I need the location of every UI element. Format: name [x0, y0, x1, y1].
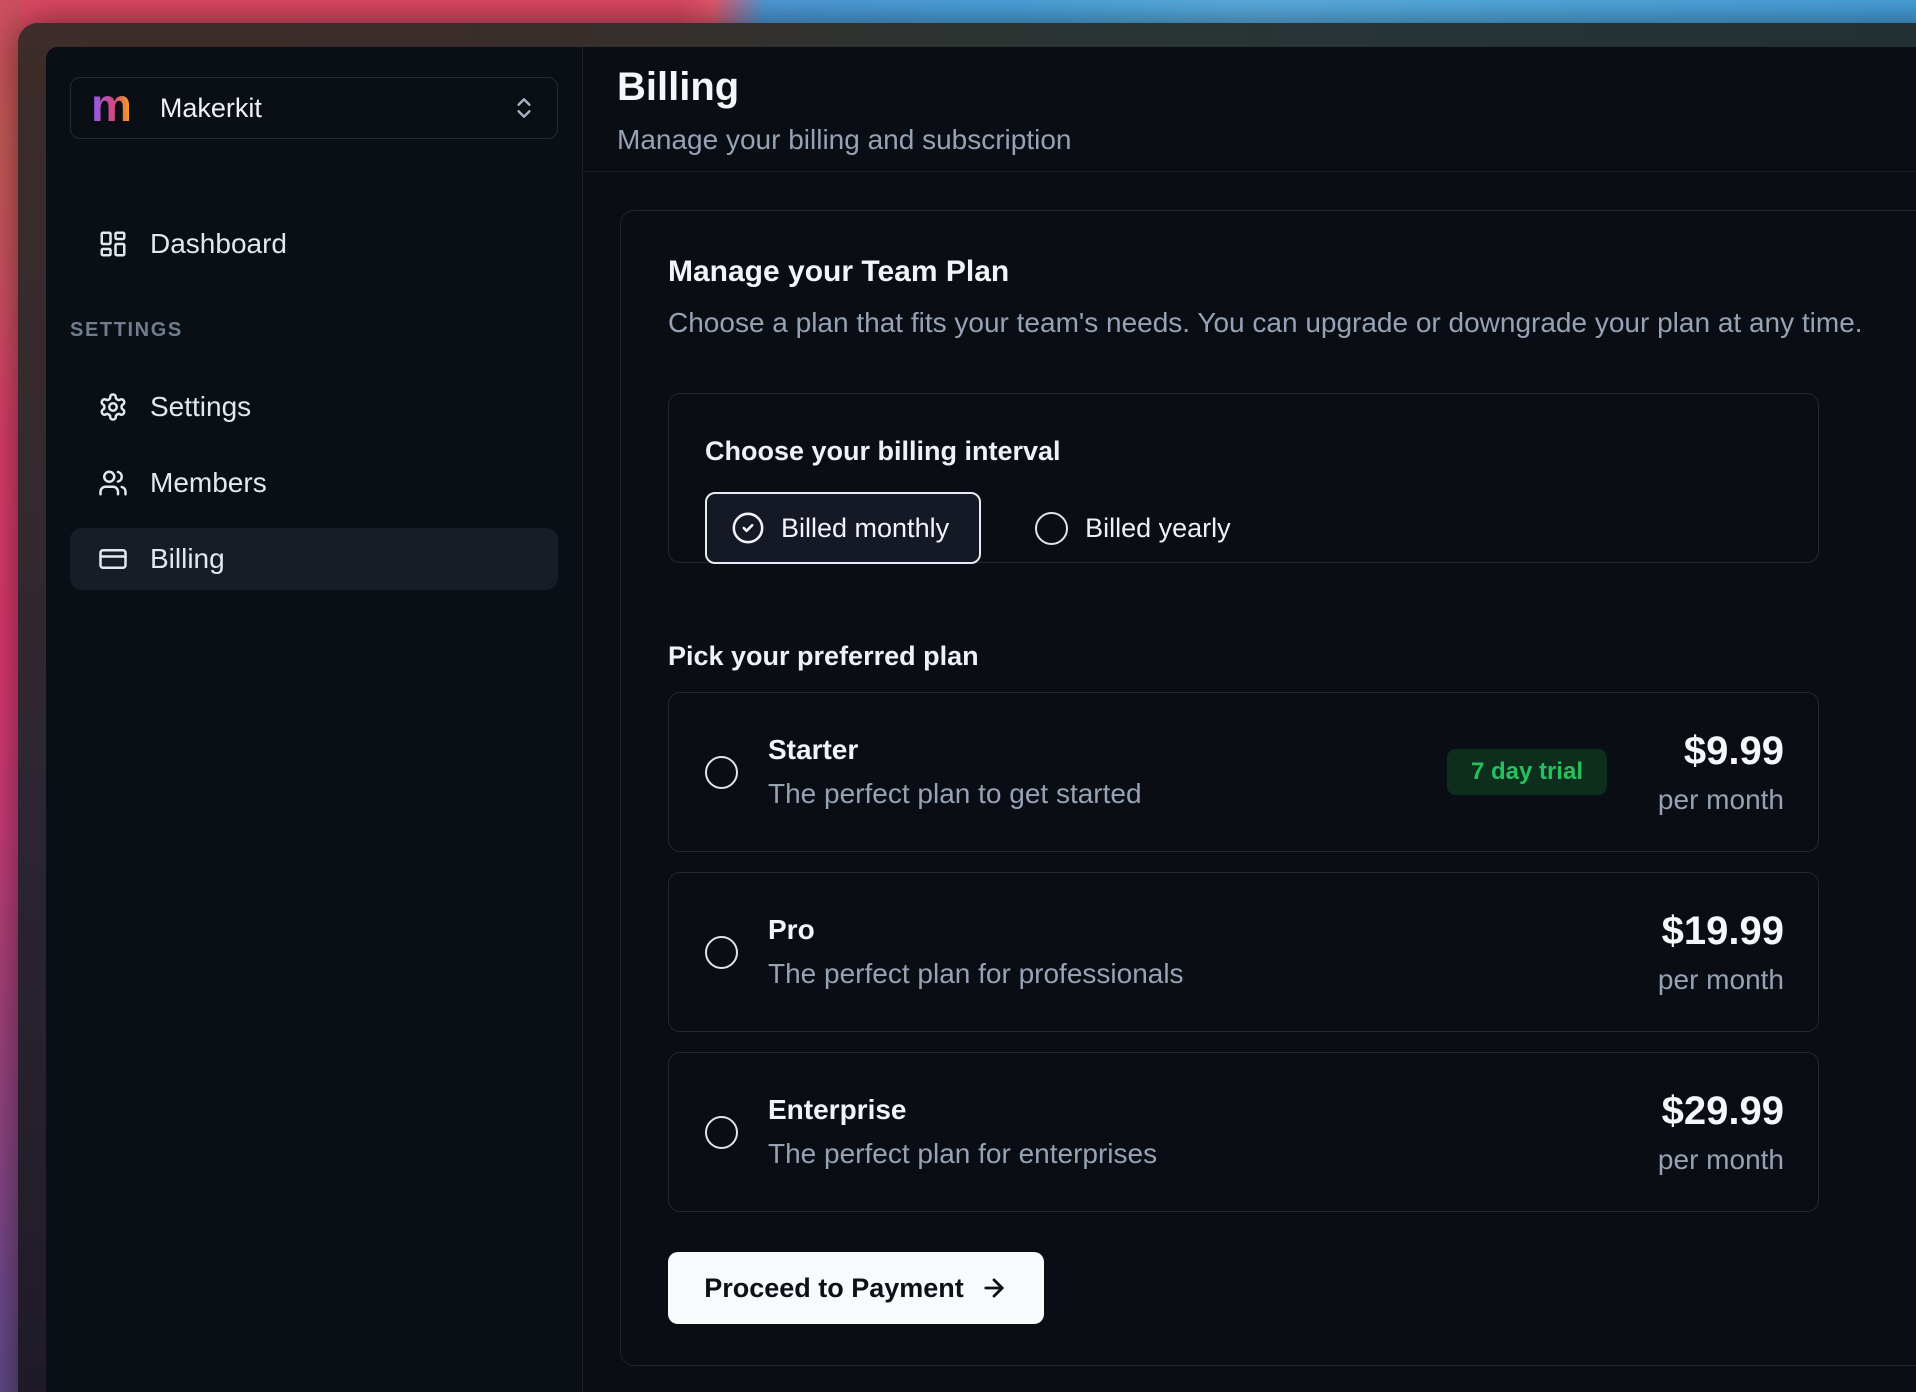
plan-price: $9.99 [1649, 729, 1784, 774]
team-plan-card: Manage your Team Plan Choose a plan that… [620, 210, 1916, 1366]
page-header: Billing Manage your billing and subscrip… [583, 47, 1916, 172]
check-circle-icon [731, 511, 765, 545]
page-title: Billing [617, 65, 1916, 110]
plan-info: Enterprise The perfect plan for enterpri… [768, 1094, 1157, 1170]
sidebar-item-billing[interactable]: Billing [70, 528, 558, 590]
radio-circle-icon[interactable] [705, 756, 738, 789]
chevrons-up-down-icon [511, 95, 537, 121]
makerkit-logo: m [91, 82, 132, 128]
sidebar-item-label: Members [150, 467, 267, 499]
main-content: Billing Manage your billing and subscrip… [583, 47, 1916, 1392]
plan-row-enterprise[interactable]: Enterprise The perfect plan for enterpri… [668, 1052, 1819, 1212]
plans-section-label: Pick your preferred plan [668, 641, 1916, 672]
page-subtitle: Manage your billing and subscription [617, 124, 1916, 156]
window-top-edge [18, 23, 1916, 49]
radio-circle-icon[interactable] [705, 936, 738, 969]
sidebar-item-settings[interactable]: Settings [70, 376, 558, 438]
card-description: Choose a plan that fits your team's need… [668, 307, 1916, 339]
plan-name: Starter [768, 734, 1142, 766]
users-icon [98, 468, 128, 498]
workspace-selector[interactable]: m Makerkit [70, 77, 558, 139]
sidebar: m Makerkit Dashboard [46, 47, 583, 1392]
plan-pricing: 7 day trial $9.99 per month [1447, 729, 1784, 816]
plan-price: $29.99 [1649, 1089, 1784, 1134]
sidebar-item-label: Billing [150, 543, 225, 575]
billed-yearly-option[interactable]: Billed yearly [1035, 512, 1231, 545]
sidebar-nav: Dashboard SETTINGS Settings [70, 213, 558, 590]
app-window: m Makerkit Dashboard [18, 23, 1916, 1392]
workspace-name: Makerkit [160, 93, 262, 124]
card-title: Manage your Team Plan [668, 255, 1916, 289]
proceed-to-payment-label: Proceed to Payment [704, 1273, 964, 1304]
radio-circle-icon[interactable] [705, 1116, 738, 1149]
trial-badge: 7 day trial [1447, 749, 1607, 795]
plan-row-starter[interactable]: Starter The perfect plan to get started … [668, 692, 1819, 852]
sidebar-section-label: SETTINGS [70, 319, 558, 342]
layout-dashboard-icon [98, 229, 128, 259]
price-column: $19.99 per month [1649, 909, 1784, 996]
plan-name: Enterprise [768, 1094, 1157, 1126]
sidebar-item-dashboard[interactable]: Dashboard [70, 213, 558, 275]
sidebar-item-label: Settings [150, 391, 251, 423]
radio-circle-icon [1035, 512, 1068, 545]
billed-monthly-label: Billed monthly [781, 513, 949, 544]
plan-row-pro[interactable]: Pro The perfect plan for professionals $… [668, 872, 1819, 1032]
plan-info: Pro The perfect plan for professionals [768, 914, 1184, 990]
plan-description: The perfect plan for professionals [768, 958, 1184, 990]
billing-interval-group: Choose your billing interval Billed mont… [668, 393, 1819, 563]
plan-pricing: $19.99 per month [1649, 909, 1784, 996]
app-surface: m Makerkit Dashboard [46, 47, 1916, 1392]
price-column: $9.99 per month [1649, 729, 1784, 816]
plan-pricing: $29.99 per month [1649, 1089, 1784, 1176]
plan-description: The perfect plan to get started [768, 778, 1142, 810]
billing-interval-label: Choose your billing interval [705, 436, 1782, 467]
plan-period: per month [1649, 784, 1784, 816]
sidebar-item-label: Dashboard [150, 228, 287, 260]
price-column: $29.99 per month [1649, 1089, 1784, 1176]
plan-period: per month [1649, 1144, 1784, 1176]
billing-interval-options: Billed monthly Billed yearly [705, 492, 1782, 564]
billed-yearly-label: Billed yearly [1085, 513, 1231, 544]
arrow-right-icon [980, 1274, 1008, 1302]
gear-icon [98, 392, 128, 422]
billed-monthly-option[interactable]: Billed monthly [705, 492, 981, 564]
plan-info: Starter The perfect plan to get started [768, 734, 1142, 810]
credit-card-icon [98, 544, 128, 574]
plan-name: Pro [768, 914, 1184, 946]
plan-price: $19.99 [1649, 909, 1784, 954]
proceed-to-payment-button[interactable]: Proceed to Payment [668, 1252, 1044, 1324]
sidebar-item-members[interactable]: Members [70, 452, 558, 514]
plan-period: per month [1649, 964, 1784, 996]
plan-description: The perfect plan for enterprises [768, 1138, 1157, 1170]
